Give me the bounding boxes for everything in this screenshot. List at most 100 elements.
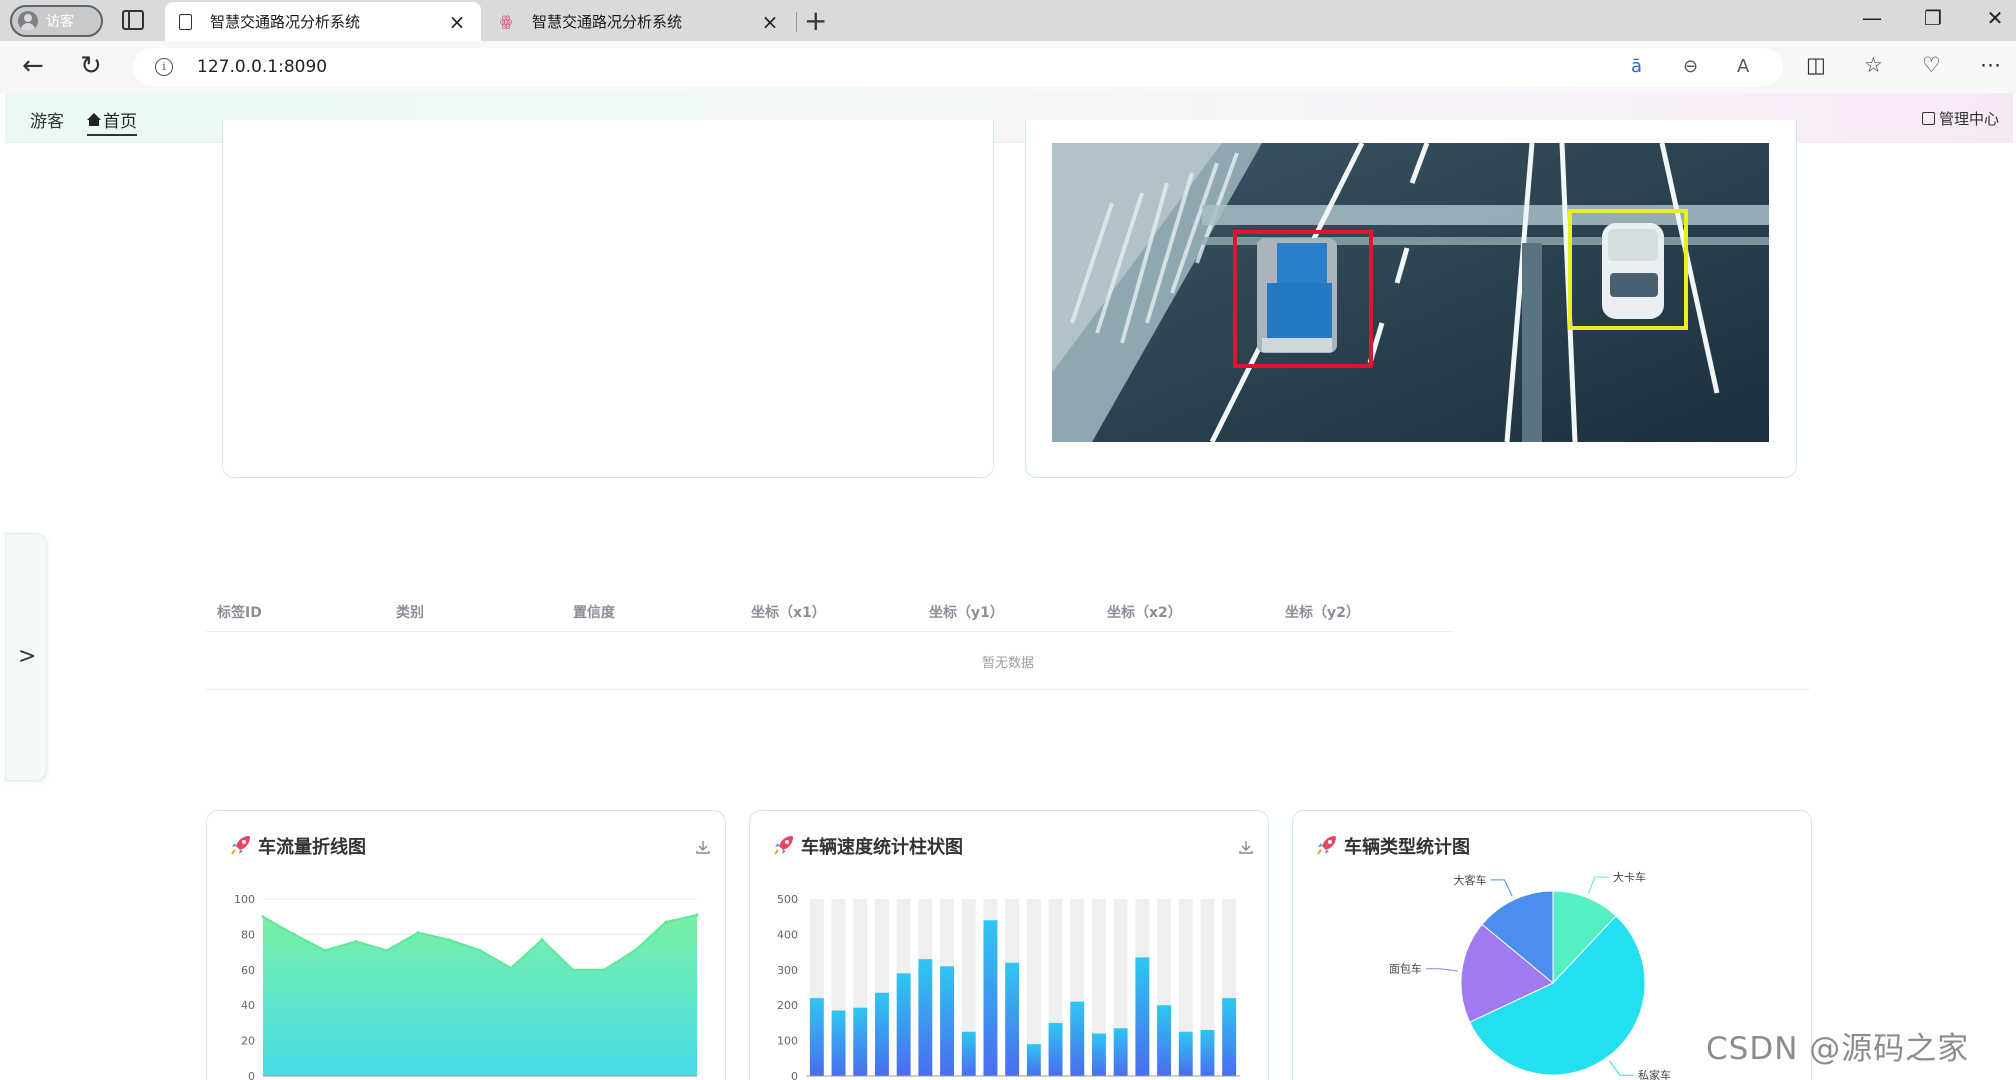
browser-essentials-icon[interactable]: ♡ — [1922, 53, 1941, 77]
home-icon — [87, 112, 101, 127]
bar-chart-card: 车辆速度统计柱状图 0100200300400500皖吉辽浙赣青晋豫苏鲁黑渝沪湘… — [749, 810, 1269, 1080]
nav-home-label: 首页 — [103, 112, 137, 132]
column-header: 类别 — [396, 605, 424, 621]
browser-tabstrip: 访客 智慧交通路况分析系统 × ꙮ 智慧交通路况分析系统 × + — ❐ ✕ — [0, 0, 2016, 41]
column-header: 坐标（y2） — [1285, 605, 1360, 621]
column-header: 坐标（y1） — [929, 605, 1004, 621]
data-point — [602, 968, 606, 972]
pie-label: 大客车 — [1453, 873, 1486, 887]
read-aloud-icon[interactable]: A — [1737, 56, 1749, 77]
detection-scene — [1052, 143, 1769, 442]
pie-label: 私家车 — [1638, 1068, 1671, 1080]
more-icon[interactable]: ⋯ — [1980, 53, 2001, 77]
bar — [1200, 1029, 1215, 1076]
address-bar[interactable]: i 127.0.0.1:8090 ā ⊖ A — [133, 48, 1783, 86]
back-icon[interactable]: ← — [22, 51, 44, 81]
translate-icon[interactable]: ā — [1631, 56, 1642, 77]
pie-label: 面包车 — [1389, 962, 1422, 976]
y-tick-label: 300 — [777, 964, 798, 977]
new-tab-icon[interactable]: + — [804, 4, 827, 37]
url-text[interactable]: 127.0.0.1:8090 — [197, 57, 327, 77]
nav-visitor[interactable]: 游客 — [30, 107, 64, 132]
bar — [961, 1031, 976, 1076]
tab-inactive[interactable]: ꙮ 智慧交通路况分析系统 × — [484, 2, 794, 41]
bar — [918, 959, 933, 1076]
sidebar-toggle[interactable]: > — [5, 533, 47, 781]
restore-icon[interactable]: ❐ — [1918, 6, 1948, 30]
refresh-icon[interactable]: ↻ — [80, 51, 102, 81]
bar — [1222, 998, 1237, 1076]
bar — [940, 966, 954, 1076]
data-point — [571, 968, 575, 972]
bar — [809, 998, 824, 1076]
data-point — [261, 915, 265, 919]
y-tick-label: 40 — [241, 999, 255, 1012]
y-tick-label: 0 — [248, 1070, 255, 1080]
avatar-icon — [18, 11, 38, 31]
pickup-truck — [1257, 238, 1337, 353]
data-point — [540, 938, 544, 942]
data-point — [416, 931, 420, 935]
y-tick-label: 20 — [241, 1035, 255, 1048]
y-tick-label: 80 — [241, 928, 255, 941]
tab-actions-icon[interactable] — [122, 10, 144, 30]
expand-arrow-icon: > — [18, 644, 37, 669]
info-icon[interactable]: i — [155, 58, 173, 76]
browser-toolbar: ← ↻ i 127.0.0.1:8090 ā ⊖ A ◫ ☆ ♡ ⋯ — [0, 41, 2016, 93]
data-point — [447, 938, 451, 942]
tab-title: 智慧交通路况分析系统 — [532, 13, 683, 31]
bar — [1113, 1028, 1128, 1076]
data-point — [695, 913, 699, 917]
y-tick-label: 0 — [791, 1070, 798, 1080]
rocket-icon — [231, 836, 250, 855]
minimize-icon[interactable]: — — [1857, 6, 1887, 30]
table-header: 标签ID 类别 置信度 坐标（x1） 坐标（y1） 坐标（x2） 坐标（y2） — [206, 590, 1454, 632]
pie-label: 大卡车 — [1613, 871, 1646, 884]
close-tab-icon[interactable]: × — [760, 10, 780, 34]
profile-button[interactable]: 访客 — [10, 5, 103, 37]
y-tick-label: 400 — [777, 928, 798, 941]
data-point — [633, 948, 637, 952]
data-point — [354, 939, 358, 943]
column-header: 坐标（x1） — [751, 605, 826, 621]
split-screen-icon[interactable]: ◫ — [1806, 53, 1826, 77]
download-icon[interactable] — [695, 839, 711, 855]
download-icon[interactable] — [1238, 839, 1254, 855]
close-tab-icon[interactable]: × — [447, 10, 467, 34]
bar — [983, 920, 998, 1076]
pie-label-line — [1587, 876, 1609, 894]
rocket-icon — [774, 836, 793, 855]
nav-home[interactable]: 首页 — [87, 107, 137, 136]
column-header: 标签ID — [217, 605, 262, 621]
close-window-icon[interactable]: ✕ — [1980, 6, 2010, 30]
pie-label-line — [1425, 968, 1458, 972]
y-tick-label: 200 — [777, 999, 798, 1012]
data-point — [509, 966, 513, 970]
bar — [1026, 1044, 1041, 1076]
data-point — [478, 948, 482, 952]
bar — [1070, 1001, 1085, 1076]
empty-text: 暂无数据 — [981, 656, 1034, 671]
speed-bar-chart: 0100200300400500皖吉辽浙赣青晋豫苏鲁黑渝沪湘鄂闽粤云桂陕 — [777, 893, 1240, 1080]
watermark: CSDN @源码之家 — [1706, 1031, 1970, 1067]
zoom-icon[interactable]: ⊖ — [1683, 56, 1698, 77]
data-point — [292, 932, 296, 936]
bar — [853, 1007, 868, 1076]
pie-label-line — [1609, 1060, 1635, 1076]
empty-table-row: 暂无数据 — [206, 632, 1810, 690]
bar — [1005, 962, 1020, 1076]
bar — [1048, 1022, 1063, 1076]
y-tick-label: 60 — [241, 964, 255, 977]
nav-admin-center[interactable]: 管理中心 — [1921, 108, 1999, 129]
pie-label-line — [1490, 879, 1513, 897]
tab-active[interactable]: 智慧交通路况分析系统 × — [165, 2, 481, 41]
traffic-flow-line-chart: 0204060801001213141516171819202122232425… — [234, 893, 699, 1080]
favorites-icon[interactable]: ☆ — [1864, 53, 1883, 77]
favicon-icon: ꙮ — [499, 13, 513, 30]
tab-separator — [796, 12, 797, 32]
bar — [875, 992, 889, 1076]
data-point — [323, 948, 327, 952]
bar — [1135, 957, 1150, 1076]
data-point — [664, 920, 668, 924]
area-series — [263, 914, 697, 1076]
